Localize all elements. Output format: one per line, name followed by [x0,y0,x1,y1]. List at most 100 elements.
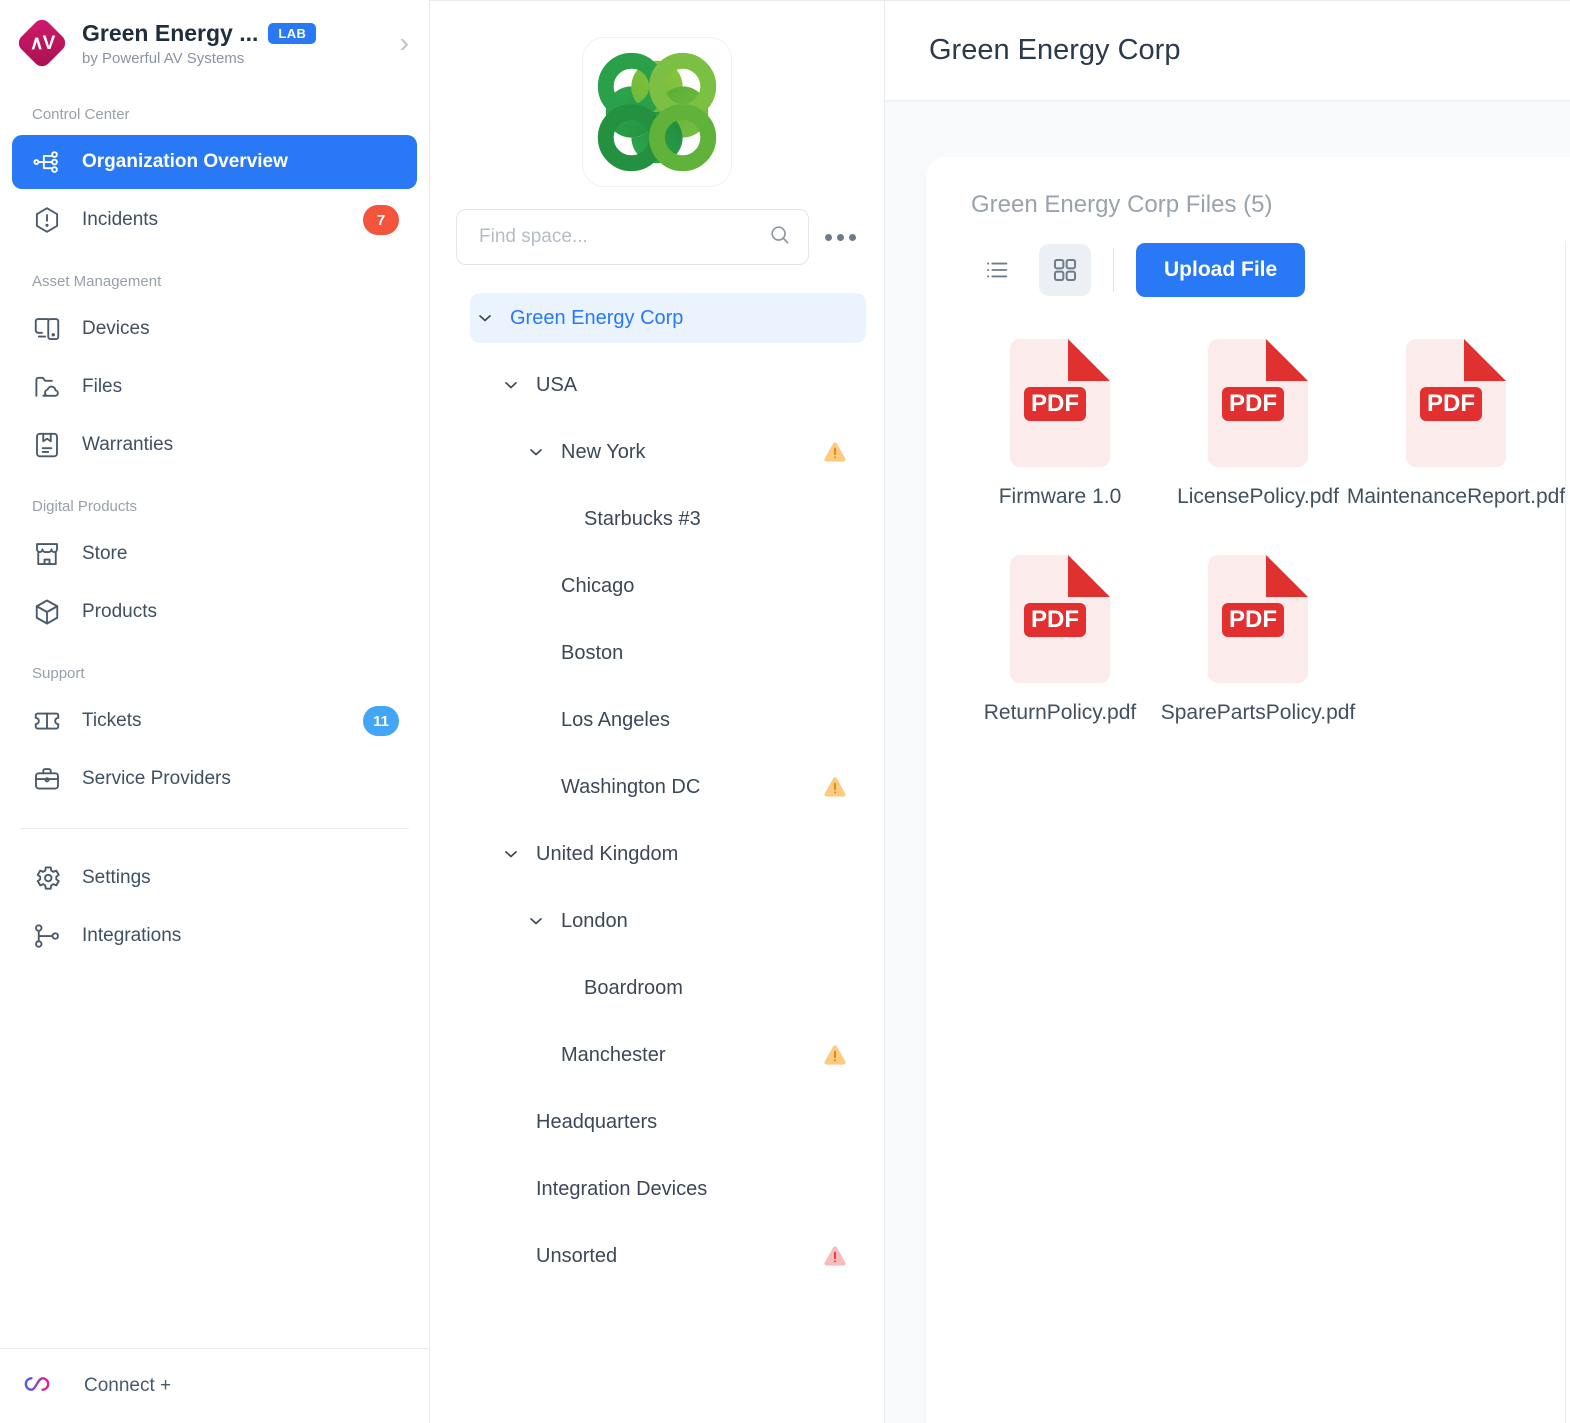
file-name: SparePartsPolicy.pdf [1160,701,1356,725]
pdf-file-icon: PDF [1010,555,1110,684]
app-root: ∧V Green Energy ... LAB by Powerful AV S… [0,0,1570,1423]
sidebar-item-label: Warranties [82,434,174,455]
tree-item-los-angeles[interactable]: Los Angeles [521,695,866,745]
tree-item-usa[interactable]: USA [496,360,866,410]
tree-item-label: Starbucks #3 [584,507,701,530]
sidebar-item-organization-overview[interactable]: Organization Overview [12,135,417,189]
files-card-header: Green Energy Corp Files (5) Upload File [927,157,1570,297]
sidebar-item-incidents[interactable]: Incidents 7 [12,193,417,247]
files-toolbar: Upload File [971,243,1570,297]
app-logo: ∧V [15,16,69,70]
tree-item-label: Chicago [561,574,635,597]
tree-item-chicago[interactable]: Chicago [521,561,866,611]
grid-view-icon[interactable] [1039,244,1091,296]
logo-monogram: ∧V [29,32,56,54]
file-item[interactable]: PDF LicensePolicy.pdf [1159,339,1357,511]
tree-item-new-york[interactable]: New York [521,427,866,477]
briefcase-icon [32,764,66,794]
svg-text:PDF: PDF [1031,390,1079,417]
tree-item-label: Boardroom [584,976,683,999]
chevron-down-icon[interactable] [496,844,526,864]
find-space-box[interactable] [456,209,809,265]
chevron-down-icon[interactable] [496,375,526,395]
sidebar-item-files[interactable]: Files [12,360,417,414]
space-tree-panel: Green Energy Corp USA New York [430,0,885,1423]
warranty-certificate-icon [32,430,66,460]
file-name: MaintenanceReport.pdf [1346,485,1566,508]
box-icon [32,597,66,627]
sidebar-item-warranties[interactable]: Warranties [12,418,417,472]
file-item[interactable]: PDF Firmware 1.0 [961,339,1159,511]
tree-item-manchester[interactable]: Manchester [521,1030,866,1080]
file-item[interactable]: PDF SparePartsPolicy.pdf [1159,555,1357,727]
file-name: Firmware 1.0 [998,485,1122,508]
ticket-icon [32,706,66,736]
main-panel: Green Energy Corp Green Energy Corp File… [885,0,1570,1423]
upload-file-button[interactable]: Upload File [1136,243,1306,297]
connect-plus-button[interactable]: Connect + [0,1349,429,1423]
tree-item-boston[interactable]: Boston [521,628,866,678]
devices-icon [32,314,66,344]
sidebar-item-tickets[interactable]: Tickets 11 [12,694,417,748]
chevron-down-icon[interactable] [470,308,500,328]
sidebar-item-label: Settings [82,867,151,888]
clover-svg [597,52,717,172]
incidents-count-badge: 7 [363,205,399,235]
tree-item-unsorted[interactable]: Unsorted [496,1231,866,1281]
tree-item-label: Integration Devices [536,1177,708,1200]
sidebar-item-label: Products [82,601,157,622]
lab-badge: LAB [268,22,317,44]
brand-title-row: Green Energy ... LAB [82,20,394,47]
connect-label: Connect + [84,1375,172,1396]
pdf-file-icon: PDF [1406,339,1506,467]
sidebar-item-label: Tickets [82,710,142,731]
tree-item-washington-dc[interactable]: Washington DC [521,762,866,812]
search-input[interactable] [479,226,768,248]
tree-item-starbucks-3[interactable]: Starbucks #3 [544,494,866,544]
svg-text:PDF: PDF [1229,606,1277,633]
chevron-down-icon[interactable] [521,442,551,462]
tree-item-boardroom[interactable]: Boardroom [544,963,866,1013]
files-grid: PDF Firmware 1.0 PDF LicensePolicy.pdf P… [927,297,1570,772]
tree-item-headquarters[interactable]: Headquarters [496,1097,866,1147]
tree-item-london[interactable]: London [521,896,866,946]
toolbar-divider [1113,248,1114,292]
tree-item-label: Manchester [561,1043,666,1066]
tickets-count-badge: 11 [363,706,399,736]
sidebar-item-products[interactable]: Products [12,585,417,639]
ellipsis-icon[interactable] [821,233,860,241]
org-graph-icon [32,147,66,177]
sidebar-item-label: Files [82,376,123,397]
tree-item-label: London [561,909,628,932]
search-icon[interactable] [768,223,792,252]
list-view-icon[interactable] [971,244,1023,296]
brand-header[interactable]: ∧V Green Energy ... LAB by Powerful AV S… [0,0,429,84]
warning-triangle-icon [822,1043,848,1067]
chevron-down-icon[interactable] [521,911,551,931]
sidebar-item-store[interactable]: Store [12,527,417,581]
sidebar-item-label: Incidents [82,209,159,230]
tree-item-united-kingdom[interactable]: United Kingdom [496,829,866,879]
space-tree: Green Energy Corp USA New York Starbucks… [430,265,884,1423]
tree-item-green-energy-corp[interactable]: Green Energy Corp [470,293,866,343]
chevron-right-icon[interactable]: › [394,29,409,57]
main-header: Green Energy Corp [885,1,1570,101]
sidebar-item-integrations[interactable]: Integrations [12,909,417,963]
sidebar-item-label: Devices [82,318,150,339]
sidebar-item-label: Organization Overview [82,151,288,172]
sidebar-item-settings[interactable]: Settings [12,851,417,905]
tree-item-integration-devices[interactable]: Integration Devices [496,1164,866,1214]
sidebar-item-label: Integrations [82,925,182,946]
sidebar-item-devices[interactable]: Devices [12,302,417,356]
tree-item-label: Boston [561,641,624,664]
file-item[interactable]: PDF ReturnPolicy.pdf [961,555,1159,727]
file-item[interactable]: PDF MaintenanceReport.pdf [1347,339,1565,511]
sidebar-nav: Control Center Organization Overview Inc… [0,84,429,1348]
svg-text:PDF: PDF [1427,390,1475,417]
sidebar-divider [20,828,409,829]
vertical-scrollbar[interactable] [1565,241,1570,1423]
folder-cloud-icon [32,372,66,402]
storefront-icon [32,539,66,569]
sidebar-item-service-providers[interactable]: Service Providers [12,752,417,806]
svg-text:PDF: PDF [1031,606,1079,633]
